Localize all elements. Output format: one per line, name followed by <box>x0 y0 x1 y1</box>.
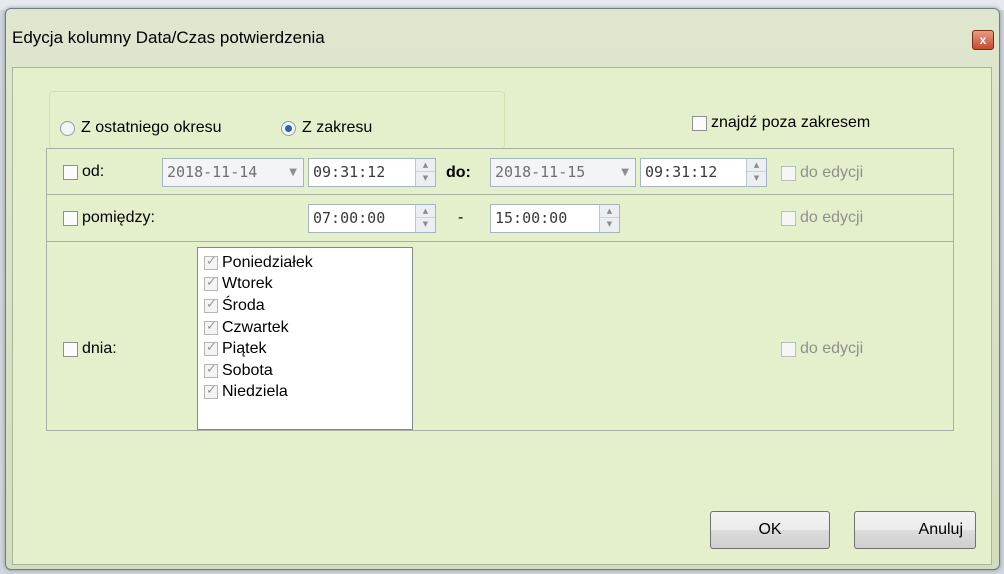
list-item[interactable]: Czwartek <box>198 317 412 339</box>
to-label: do: <box>446 164 471 181</box>
check-icon[interactable] <box>204 319 218 335</box>
from-editable-checkbox[interactable]: do edycji <box>781 164 863 182</box>
arrow-up-icon[interactable]: ▲ <box>600 205 619 218</box>
days-editable-checkbox[interactable]: do edycji <box>781 340 863 358</box>
radio-checked-icon[interactable] <box>281 120 296 136</box>
check-icon[interactable] <box>204 362 218 378</box>
list-item[interactable]: Poniedziałek <box>198 252 412 274</box>
check-icon[interactable] <box>204 297 218 313</box>
close-icon: x <box>979 33 987 47</box>
from-editable-label: do edycji <box>800 164 864 181</box>
day-label: Wtorek <box>222 275 273 293</box>
between-checkbox[interactable]: pomiędzy: <box>63 209 155 227</box>
arrow-down-icon[interactable]: ▼ <box>416 218 435 231</box>
between-editable-label: do edycji <box>800 209 864 226</box>
from-time-value: 09:31:12 <box>313 163 386 181</box>
time-spin-buttons[interactable]: ▲ ▼ <box>415 159 435 186</box>
check-icon[interactable] <box>204 275 218 292</box>
radio-range[interactable]: Z zakresu <box>281 119 372 137</box>
between-separator: - <box>458 209 464 226</box>
dialog-title: Edycja kolumny Data/Czas potwierdzenia <box>12 28 325 47</box>
radio-icon[interactable] <box>60 120 75 136</box>
to-time-spinner[interactable]: 09:31:12 ▲ ▼ <box>640 158 767 187</box>
dialog-client-area: Z ostatniego okresu Z zakresu znajdź poz… <box>12 67 992 565</box>
from-date-picker[interactable]: 2018-11-14 ▼ <box>162 158 304 187</box>
radio-last-period-label: Z ostatniego okresu <box>81 119 222 136</box>
days-editable-label: do edycji <box>800 340 864 357</box>
between-label: pomiędzy: <box>82 209 155 226</box>
chevron-down-icon[interactable]: ▼ <box>289 159 297 186</box>
arrow-up-icon[interactable]: ▲ <box>416 159 435 172</box>
from-time-spinner[interactable]: 09:31:12 ▲ ▼ <box>308 158 436 187</box>
start-time-spinner[interactable]: 07:00:00 ▲ ▼ <box>308 204 436 233</box>
arrow-down-icon[interactable]: ▼ <box>600 218 619 231</box>
checkbox-icon[interactable] <box>63 210 78 226</box>
title-bar[interactable]: Edycja kolumny Data/Czas potwierdzenia x <box>6 9 999 67</box>
close-button[interactable]: x <box>972 30 994 50</box>
between-panel: pomiędzy: 07:00:00 ▲ ▼ - 15:00:00 ▲ ▼ do… <box>46 194 954 242</box>
to-date-value: 2018-11-15 <box>495 163 586 181</box>
days-checkbox[interactable]: dnia: <box>63 340 117 358</box>
days-panel: dnia: Poniedziałek Wtorek Środa Czwarte <box>46 241 954 431</box>
day-label: Sobota <box>222 361 273 379</box>
time-spin-buttons[interactable]: ▲ ▼ <box>599 205 619 232</box>
checkbox-icon[interactable] <box>63 341 78 357</box>
arrow-down-icon[interactable]: ▼ <box>747 172 766 185</box>
list-item[interactable]: Wtorek <box>198 274 412 296</box>
checkbox-icon[interactable] <box>692 115 707 131</box>
from-label: od: <box>82 163 105 180</box>
list-item[interactable]: Niedziela <box>198 382 412 404</box>
dialog-window: Edycja kolumny Data/Czas potwierdzenia x… <box>5 8 1000 570</box>
radio-range-label: Z zakresu <box>302 119 373 136</box>
start-time-value: 07:00:00 <box>313 209 386 227</box>
radio-last-period[interactable]: Z ostatniego okresu <box>60 119 222 137</box>
check-icon[interactable] <box>204 383 218 400</box>
find-outside-checkbox[interactable]: znajdź poza zakresem <box>692 114 870 132</box>
from-date-value: 2018-11-14 <box>167 163 258 181</box>
checkbox-icon[interactable] <box>63 164 78 180</box>
from-checkbox[interactable]: od: <box>63 163 104 181</box>
end-time-value: 15:00:00 <box>495 209 568 227</box>
day-label: Czwartek <box>222 318 289 336</box>
from-to-panel: od: 2018-11-14 ▼ 09:31:12 ▲ ▼ do: 2018-1… <box>46 148 954 195</box>
arrow-up-icon[interactable]: ▲ <box>747 159 766 172</box>
list-item[interactable]: Sobota <box>198 360 412 382</box>
cancel-button[interactable]: Anuluj <box>854 511 976 549</box>
ok-button[interactable]: OK <box>710 511 830 549</box>
list-item[interactable]: Środa <box>198 295 412 317</box>
list-item[interactable]: Piątek <box>198 338 412 360</box>
arrow-up-icon[interactable]: ▲ <box>416 205 435 218</box>
day-label: Poniedziałek <box>222 253 313 271</box>
day-label: Niedziela <box>222 383 288 401</box>
to-time-value: 09:31:12 <box>645 163 718 181</box>
checkbox-icon[interactable] <box>781 341 796 357</box>
days-label: dnia: <box>82 340 117 357</box>
time-spin-buttons[interactable]: ▲ ▼ <box>415 205 435 232</box>
find-outside-label: znajdź poza zakresem <box>711 114 871 131</box>
checkbox-icon[interactable] <box>781 165 796 181</box>
day-label: Piątek <box>222 340 267 358</box>
between-editable-checkbox[interactable]: do edycji <box>781 209 863 227</box>
end-time-spinner[interactable]: 15:00:00 ▲ ▼ <box>490 204 620 233</box>
chevron-down-icon[interactable]: ▼ <box>621 159 629 186</box>
to-date-picker[interactable]: 2018-11-15 ▼ <box>490 158 636 187</box>
check-icon[interactable] <box>204 340 218 357</box>
days-checklist[interactable]: Poniedziałek Wtorek Środa Czwartek Piąte… <box>197 247 413 430</box>
check-icon[interactable] <box>204 254 218 270</box>
day-label: Środa <box>222 296 265 314</box>
time-spin-buttons[interactable]: ▲ ▼ <box>746 159 766 186</box>
checkbox-icon[interactable] <box>781 210 796 226</box>
arrow-down-icon[interactable]: ▼ <box>416 172 435 185</box>
